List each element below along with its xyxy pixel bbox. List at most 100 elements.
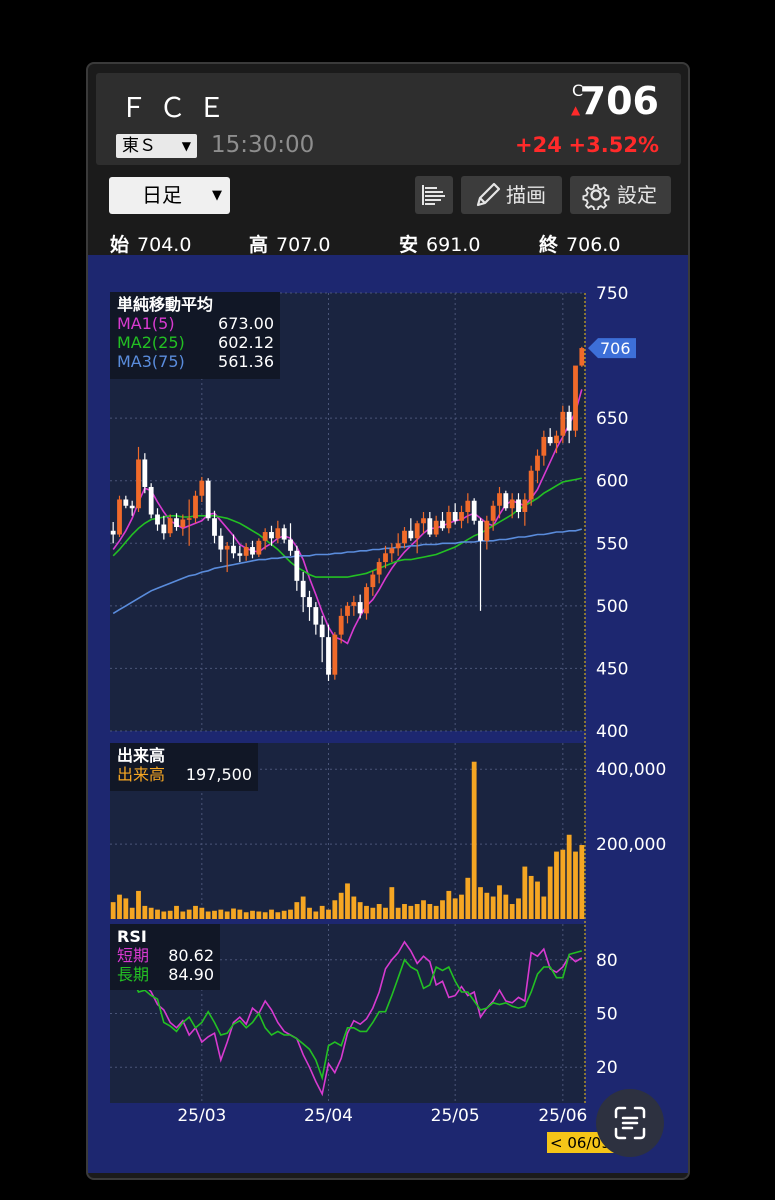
volume-bar [446, 890, 452, 919]
volume-bar [465, 877, 471, 919]
volume-bar [142, 905, 148, 919]
candle-body [351, 602, 357, 606]
chart-canvas[interactable]: 750 650 600 550 500 450 400 706 400,000 200,000 80… [88, 255, 688, 1173]
price-tick-label: 450 [596, 659, 628, 679]
volume-bar [288, 909, 293, 919]
draw-button[interactable]: 描画 [461, 176, 562, 214]
volume-bar [269, 909, 274, 919]
rsi-tick-label: 50 [596, 1005, 618, 1025]
volume-bar [250, 910, 255, 919]
high-price: 高 707.0 [249, 230, 330, 257]
price-tick-label: 600 [596, 472, 628, 492]
volume-bar [541, 896, 547, 919]
candle-body [275, 528, 281, 539]
volume-bar [294, 902, 300, 919]
candle-body [484, 520, 490, 541]
volume-bar [313, 911, 319, 919]
rsi-short-value: 80.62 [168, 946, 214, 965]
candle-body [129, 505, 135, 509]
candle [471, 498, 477, 525]
date-tick-label: 25/06 [538, 1106, 587, 1126]
candle-body [136, 459, 141, 509]
volume-bar [117, 894, 122, 919]
candle-body [452, 512, 458, 521]
volume-bar [414, 904, 420, 919]
rsi-long-row: 長期 84.90 [117, 965, 214, 984]
chart-panel[interactable]: 750 650 600 550 500 450 400 706 400,000 200,000 80… [88, 255, 688, 1173]
candle-body [250, 547, 255, 555]
candle-body [554, 435, 559, 444]
candle-body [269, 532, 274, 539]
volume-bar [547, 866, 553, 919]
rsi-long-value: 84.90 [168, 965, 214, 984]
candle-body [186, 518, 192, 520]
candle-body [528, 470, 534, 500]
low-value: 691.0 [426, 234, 481, 256]
volume-bar [180, 911, 186, 919]
volume-bar [148, 907, 154, 919]
candle-body [243, 547, 249, 556]
rsi-legend-title: RSI [117, 927, 147, 946]
candle-body [307, 597, 312, 608]
candle-body [535, 455, 540, 471]
settings-button[interactable]: 設定 [570, 176, 671, 214]
candle-body [402, 530, 407, 544]
rsi-tick-label: 80 [596, 951, 618, 971]
volume-bar [231, 908, 236, 919]
volume-bar [440, 900, 445, 919]
volume-bar [573, 851, 578, 919]
period-select[interactable]: 日足 ▼ [109, 177, 230, 214]
volume-bar [509, 904, 515, 919]
candle-body [376, 562, 382, 575]
volume-bar [579, 845, 585, 919]
volume-bar [433, 905, 439, 919]
candle-body [174, 518, 179, 528]
volume-bar [186, 909, 192, 919]
candle-body [364, 587, 369, 614]
open-label: 始 [110, 234, 130, 256]
candle-body [446, 512, 452, 529]
chevron-down-icon: ▼ [181, 139, 191, 153]
price-change: +24 [515, 133, 562, 157]
candle-body [212, 518, 217, 536]
candle-body [408, 530, 414, 539]
volume-bar [566, 834, 572, 919]
candle-body [148, 486, 154, 515]
date-tick-label: 25/03 [177, 1106, 226, 1126]
volume-bar [110, 902, 116, 919]
draw-label: 描画 [506, 183, 546, 207]
market-select[interactable]: 東Ｓ ▼ [116, 134, 197, 158]
volume-bar [338, 892, 344, 919]
ma-legend-title: 単純移動平均 [117, 295, 214, 314]
volume-bar [471, 761, 477, 919]
screen-text-scan-button[interactable] [596, 1089, 664, 1157]
candle-body [199, 480, 205, 496]
volume-bar [370, 907, 376, 919]
candle-body [547, 436, 553, 444]
quote-time: 15:30:00 [211, 132, 315, 158]
candle-body [541, 436, 547, 456]
volume-bar [522, 866, 528, 919]
candle [573, 365, 578, 437]
candle-body [566, 411, 572, 431]
market-label: 東Ｓ [122, 136, 156, 156]
volume-bar [275, 912, 281, 919]
close-price: 終 706.0 [539, 230, 620, 257]
candle-body [319, 624, 325, 638]
candle-body [516, 499, 521, 512]
volume-bar [199, 907, 205, 919]
indicator-list-button[interactable] [415, 176, 453, 214]
ticker-symbol: ＦＣＥ [120, 93, 237, 124]
volume-bar [421, 900, 426, 919]
close-value: 706.0 [566, 234, 621, 256]
volume-bar [408, 905, 414, 919]
volume-bar [528, 875, 534, 919]
volume-bar [155, 909, 160, 919]
high-value: 707.0 [276, 234, 331, 256]
price-tick-label: 550 [596, 534, 628, 554]
ma1-name: MA1(5) [117, 314, 175, 333]
candle-body [503, 493, 509, 509]
candle [117, 495, 122, 538]
candle-body [338, 615, 344, 635]
candle-body [421, 518, 426, 524]
